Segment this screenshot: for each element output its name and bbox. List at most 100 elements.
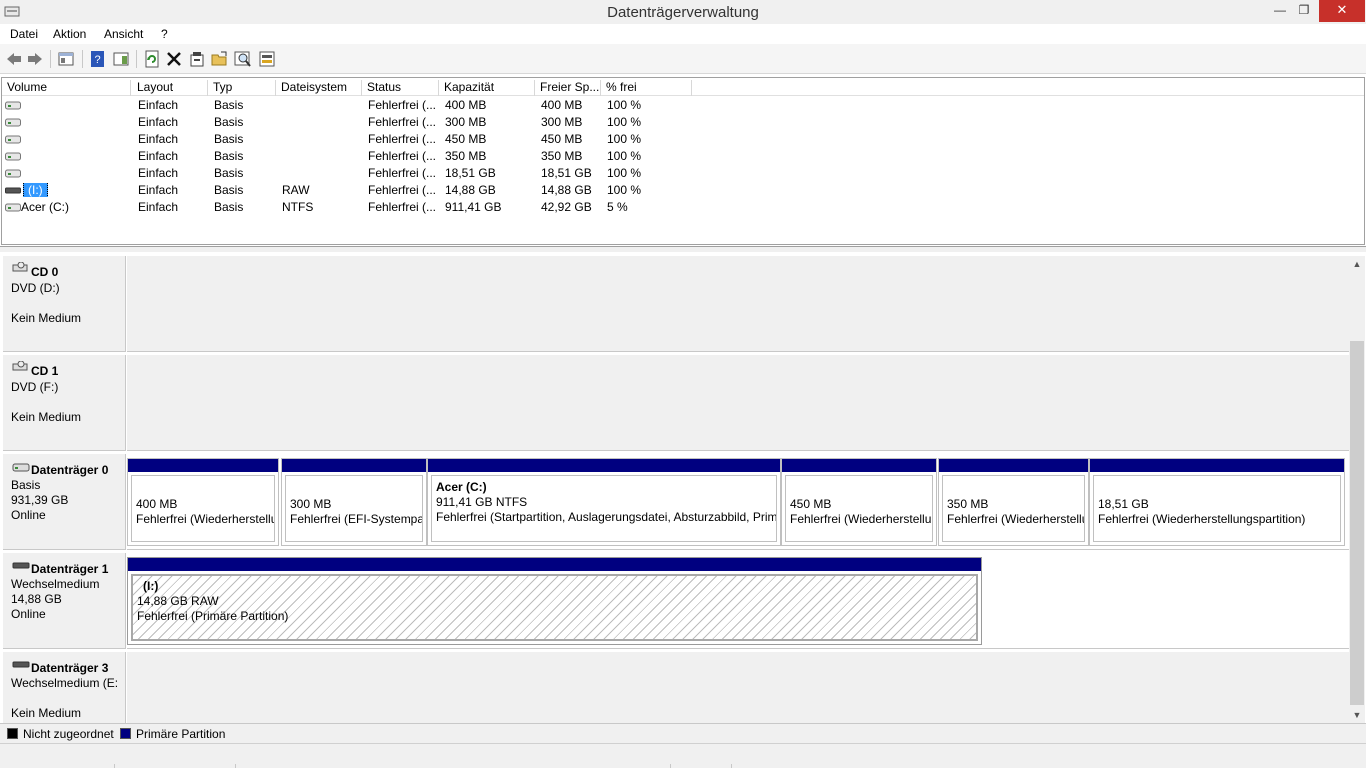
volume-cell-cap: 450 MB [445, 132, 487, 146]
partition-size: 300 MB [290, 497, 332, 511]
window-title: Datenträgerverwaltung [607, 4, 759, 21]
disk-label-datentraeger-1[interactable]: Datenträger 1 Wechselmedium 14,88 GB Onl… [3, 553, 126, 649]
column-header-prozent-frei[interactable]: % frei [601, 80, 692, 96]
volume-cell-status: Fehlerfrei (... [368, 115, 437, 129]
partition-title: Acer (C:) [436, 480, 487, 494]
volume-cell-fs: NTFS [282, 200, 314, 214]
volume-cell-pct: 100 % [607, 183, 642, 197]
menu-help[interactable]: ? [161, 27, 168, 41]
column-header-dateisystem[interactable]: Dateisystem [276, 80, 362, 96]
disk-label-datentraeger-3[interactable]: Datenträger 3 Wechselmedium (E: Kein Med… [3, 652, 126, 723]
disk-body-datentraeger-3 [127, 652, 1349, 723]
column-header-freier-speicher[interactable]: Freier Sp... [535, 80, 601, 96]
properties-icon[interactable] [188, 50, 206, 68]
scrollbar-thumb[interactable] [1350, 341, 1364, 705]
rescan-disks-icon[interactable] [258, 50, 276, 68]
disk-status: Kein Medium [11, 311, 82, 325]
volume-row[interactable]: Einfach Basis Fehlerfrei (... 18,51 GB 18,51… [2, 165, 1364, 182]
menu-datei[interactable]: Datei [10, 27, 38, 41]
disk-name: CD 1 [31, 364, 59, 378]
volume-row[interactable]: Einfach Basis Fehlerfrei (... 450 MB 450 MB 1… [2, 131, 1364, 148]
toolbar-separator [50, 50, 51, 68]
primary-partition-swatch [120, 728, 131, 739]
volume-cell-pct: 100 % [607, 115, 642, 129]
disk-label-datentraeger-0[interactable]: Datenträger 0 Basis 931,39 GB Online [3, 454, 126, 550]
disk-row-datentraeger-3: Datenträger 3 Wechselmedium (E: Kein Med… [1, 652, 1349, 723]
volume-cell-pct: 100 % [607, 132, 642, 146]
status-bar-divider [235, 764, 236, 768]
column-header-layout[interactable]: Layout [132, 80, 208, 96]
disk-row-datentraeger-1: Datenträger 1 Wechselmedium 14,88 GB Onl… [1, 553, 1349, 649]
partition-recovery-18gb[interactable]: 18,51 GB Fehlerfrei (Wiederherstellungsp… [1089, 458, 1345, 546]
disk-body-cd0 [127, 256, 1349, 352]
scroll-up-arrow-icon[interactable]: ▲ [1349, 256, 1365, 272]
unallocated-swatch [7, 728, 18, 739]
status-bar-divider [670, 764, 671, 768]
volume-cell-free: 400 MB [541, 98, 583, 112]
disk-label-cd0[interactable]: CD 0 DVD (D:) Kein Medium [3, 256, 126, 352]
partition-recovery-350mb[interactable]: 350 MB Fehlerfrei (Wiederherstellu [938, 458, 1089, 546]
disk-body-datentraeger-1: (I:) 14,88 GB RAW Fehlerfrei (Primäre Pa… [127, 553, 1349, 649]
open-icon[interactable] [211, 50, 229, 68]
disk-row-datentraeger-0: Datenträger 0 Basis 931,39 GB Online 400… [1, 454, 1349, 550]
menu-bar: Datei Aktion Ansicht ? [0, 24, 1366, 44]
maximize-button[interactable]: ❐ [1290, 0, 1318, 22]
forward-icon[interactable] [26, 50, 44, 68]
disk-size: 931,39 GB [11, 493, 69, 507]
disk-status: Online [11, 607, 46, 621]
volume-row[interactable]: Acer (C:) Einfach Basis NTFS Fehlerfrei (...… [2, 199, 1364, 216]
scroll-down-arrow-icon[interactable]: ▼ [1349, 707, 1365, 723]
partition-size: 18,51 GB [1098, 497, 1149, 511]
volume-cell-cap: 400 MB [445, 98, 487, 112]
volume-cell-pct: 100 % [607, 98, 642, 112]
console-tree-icon[interactable] [57, 50, 75, 68]
partition-recovery-450mb[interactable]: 450 MB Fehlerfrei (Wiederherstellur [781, 458, 937, 546]
volume-list: Volume Layout Typ Dateisystem Status Kap… [1, 77, 1365, 245]
disk-label-cd1[interactable]: CD 1 DVD (F:) Kein Medium [3, 355, 126, 451]
volume-cell-cap: 911,41 GB [445, 200, 502, 214]
disk-type: Wechselmedium (E: [11, 676, 119, 690]
volume-cell-cap: 18,51 GB [445, 166, 496, 180]
partition-size: 911,41 GB NTFS [436, 495, 528, 509]
disk-status: Online [11, 508, 46, 522]
menu-aktion[interactable]: Aktion [53, 27, 86, 41]
toolbar-separator [82, 50, 83, 68]
removable-disk-icon [12, 661, 30, 668]
help-icon[interactable]: ? [89, 50, 107, 68]
partition-recovery-400mb[interactable]: 400 MB Fehlerfrei (Wiederherstellu [127, 458, 279, 546]
delete-icon[interactable] [165, 50, 183, 68]
back-icon[interactable] [5, 50, 23, 68]
volume-cell-typ: Basis [214, 98, 244, 112]
column-header-status[interactable]: Status [362, 80, 439, 96]
close-button[interactable]: ✕ [1319, 0, 1365, 22]
column-header-kapazitaet[interactable]: Kapazität [439, 80, 535, 96]
legend: Nicht zugeordnet Primäre Partition [0, 723, 1366, 743]
disk-row-cd1: CD 1 DVD (F:) Kein Medium [1, 355, 1349, 451]
find-icon[interactable] [234, 50, 252, 68]
volume-row[interactable]: Einfach Basis Fehlerfrei (... 350 MB 350 MB 1… [2, 148, 1364, 165]
volume-row[interactable]: Einfach Basis Fehlerfrei (... 400 MB 400 MB 1… [2, 97, 1364, 114]
volume-cell-free: 42,92 GB [541, 200, 592, 214]
selected-volume-label[interactable]: (I:) [23, 183, 48, 197]
disk-type: DVD (F:) [11, 380, 59, 394]
cd-drive-icon [12, 361, 28, 371]
volume-cell-typ: Basis [214, 132, 244, 146]
volume-cell-layout: Einfach [138, 200, 179, 214]
disk-type: Wechselmedium [11, 577, 100, 591]
partition-efi-300mb[interactable]: 300 MB Fehlerfrei (EFI-Systempar [281, 458, 427, 546]
vertical-scrollbar[interactable]: ▲ ▼ [1349, 256, 1365, 723]
volume-row[interactable]: Einfach Basis Fehlerfrei (... 300 MB 300 MB 1… [2, 114, 1364, 131]
status-bar-divider [731, 764, 732, 768]
column-header-typ[interactable]: Typ [208, 80, 276, 96]
volume-row[interactable]: (I:) Einfach Basis RAW Fehlerfrei (... 14,88 … [2, 182, 1364, 199]
menu-ansicht[interactable]: Ansicht [104, 27, 143, 41]
cd-drive-icon [12, 262, 28, 272]
column-header-volume[interactable]: Volume [2, 80, 131, 96]
pane-splitter[interactable] [0, 246, 1366, 252]
refresh-icon[interactable] [143, 50, 161, 68]
partition-acer-c[interactable]: Acer (C:) 911,41 GB NTFS Fehlerfrei (Sta… [427, 458, 781, 546]
show-hide-action-pane-icon[interactable] [112, 50, 130, 68]
volume-cell-pct: 5 % [607, 200, 628, 214]
partition-raw-i[interactable]: (I:) 14,88 GB RAW Fehlerfrei (Primäre Pa… [127, 557, 982, 645]
volume-icon [5, 118, 21, 127]
